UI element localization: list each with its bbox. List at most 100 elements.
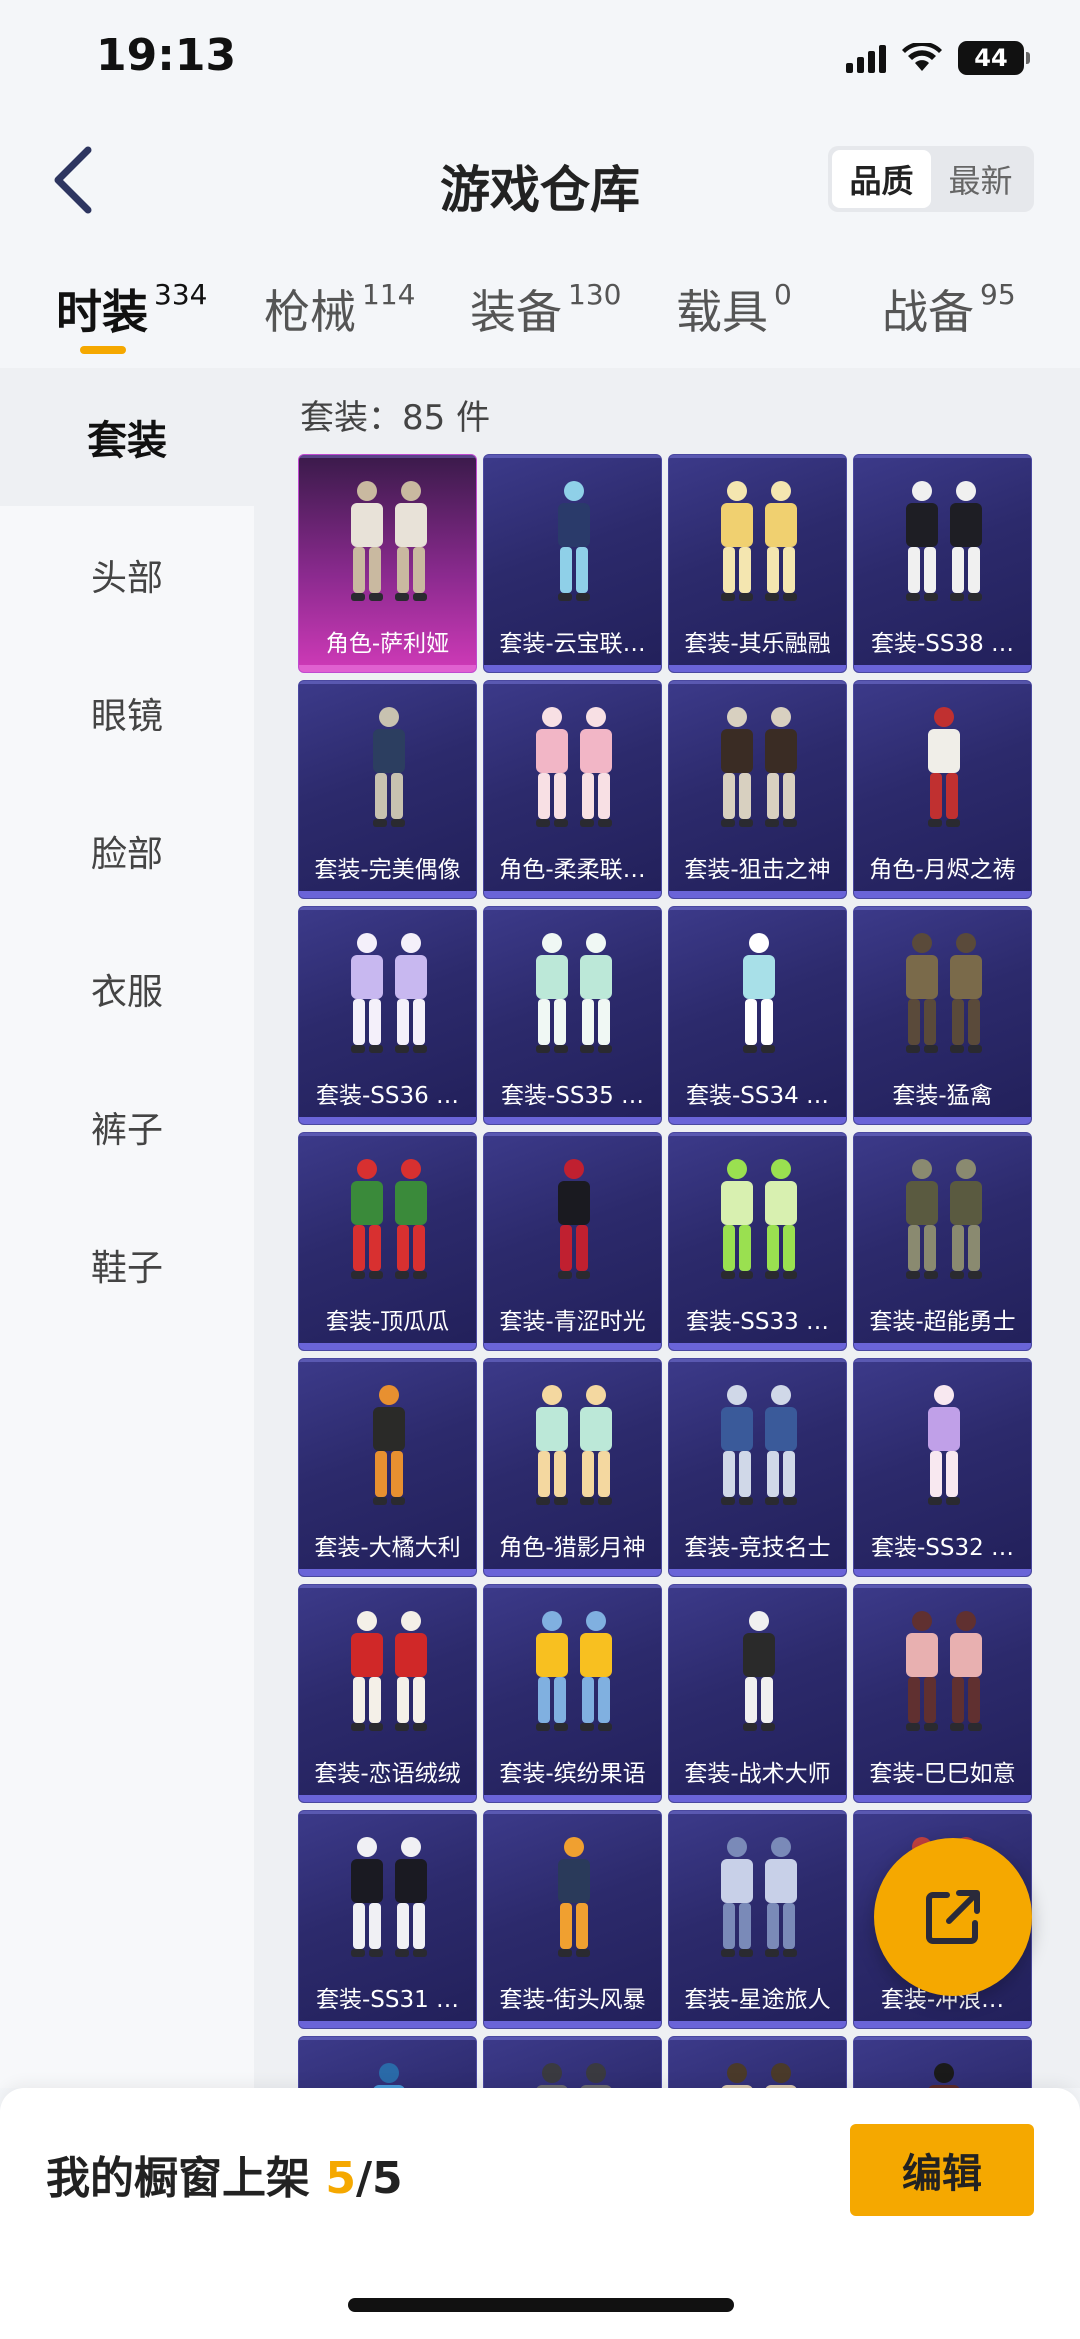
item-card-label: 套装-街头风暴 xyxy=(499,1987,646,2013)
rarity-bar xyxy=(669,1343,846,1350)
rarity-bar xyxy=(854,665,1031,672)
item-card-label: 角色-柔柔联… xyxy=(499,857,646,883)
item-card[interactable]: 套装-星途旅人 xyxy=(668,1810,847,2029)
item-card[interactable]: 套装-恋语绒绒 xyxy=(298,1584,477,1803)
rarity-bar xyxy=(669,2021,846,2028)
item-card[interactable]: 角色-柔柔联… xyxy=(483,680,662,899)
category-tabs: 时装 334 枪械 114 装备 130 载具 0 战备 95 xyxy=(0,260,1080,368)
outfit-thumbnail xyxy=(558,1837,590,1957)
rarity-bar xyxy=(484,891,661,898)
item-card-label: 套装-缤纷果语 xyxy=(499,1761,646,1787)
item-card[interactable]: 套装-街头风暴 xyxy=(483,1810,662,2029)
showcase-status: 我的橱窗上架 5/5 xyxy=(46,2142,403,2206)
item-card[interactable]: 套装-大橘大利 xyxy=(298,1358,477,1577)
outfit-thumbnail xyxy=(721,1837,797,1957)
sidebar-item-shoes[interactable]: 鞋子 xyxy=(0,1196,254,1334)
item-card[interactable]: 套装-SS34 … xyxy=(668,906,847,1125)
sidebar-item-clothes[interactable]: 衣服 xyxy=(0,920,254,1058)
tab-count: 130 xyxy=(568,278,622,311)
item-card-label: 套装-竞技名士 xyxy=(684,1535,831,1561)
outfit-thumbnail xyxy=(351,481,427,601)
rarity-bar xyxy=(484,1117,661,1124)
share-button[interactable] xyxy=(874,1838,1032,1996)
item-card[interactable]: 角色-猎影月神 xyxy=(483,1358,662,1577)
item-card[interactable]: 套装-完美偶像 xyxy=(298,680,477,899)
sidebar-item-face[interactable]: 脸部 xyxy=(0,782,254,920)
item-card[interactable]: 角色-月烬之祷 xyxy=(853,680,1032,899)
rarity-bar xyxy=(299,1343,476,1350)
item-card[interactable]: 套装-超能勇士 xyxy=(853,1132,1032,1351)
item-card[interactable]: 套装-青涩时光 xyxy=(483,1132,662,1351)
tab-label: 装备 xyxy=(470,285,562,339)
tab-vehicles[interactable]: 载具 0 xyxy=(676,276,792,342)
item-card[interactable]: 套装-SS38 … xyxy=(853,454,1032,673)
rarity-bar xyxy=(854,2021,1031,2028)
sort-quality-option[interactable]: 品质 xyxy=(832,150,931,208)
item-card[interactable]: 套装-其乐融融 xyxy=(668,454,847,673)
item-card-label: 套装-巳巳如意 xyxy=(869,1761,1016,1787)
sidebar-item-glasses[interactable]: 眼镜 xyxy=(0,644,254,782)
outfit-thumbnail xyxy=(743,1611,775,1731)
item-card[interactable]: 角色-萨利娅 xyxy=(298,454,477,673)
item-card-label: 套装-SS31 … xyxy=(315,1987,460,2013)
outfit-thumbnail xyxy=(721,481,797,601)
rarity-bar xyxy=(484,1343,661,1350)
item-card[interactable]: 套装-战术大师 xyxy=(668,1584,847,1803)
item-card-label: 套装-云宝联… xyxy=(499,631,646,657)
outfit-thumbnail xyxy=(743,933,775,1053)
item-card-label: 套装-SS36 … xyxy=(315,1083,460,1109)
item-card-label: 套装-SS33 … xyxy=(685,1309,830,1335)
content-area: 套装 头部 眼镜 脸部 衣服 裤子 鞋子 套装：85 件 角色-萨利娅 套装-云宝… xyxy=(0,368,1080,2255)
item-card[interactable]: 套装-顶瓜瓜 xyxy=(298,1132,477,1351)
tab-firearms[interactable]: 枪械 114 xyxy=(264,276,415,342)
rarity-bar xyxy=(484,2021,661,2028)
rarity-bar xyxy=(669,1117,846,1124)
tab-label: 时装 xyxy=(56,285,148,339)
sort-newest-option[interactable]: 最新 xyxy=(931,150,1030,208)
item-card[interactable]: 套装-SS32 … xyxy=(853,1358,1032,1577)
tab-fashion[interactable]: 时装 334 xyxy=(56,276,207,342)
outfit-thumbnail xyxy=(351,1159,427,1279)
outfit-thumbnail xyxy=(558,481,590,601)
sidebar-item-suit[interactable]: 套装 xyxy=(0,368,254,506)
item-card[interactable]: 套装-SS31 … xyxy=(298,1810,477,2029)
showcase-current: 5 xyxy=(325,2153,356,2204)
item-card[interactable]: 套装-SS36 … xyxy=(298,906,477,1125)
item-card-label: 角色-猎影月神 xyxy=(499,1535,646,1561)
outfit-thumbnail xyxy=(373,707,405,827)
active-tab-indicator xyxy=(80,346,126,354)
item-card[interactable]: 套装-缤纷果语 xyxy=(483,1584,662,1803)
tab-count: 114 xyxy=(362,278,416,311)
outfit-thumbnail xyxy=(351,933,427,1053)
sidebar-item-pants[interactable]: 裤子 xyxy=(0,1058,254,1196)
status-bar: 19:13 44 xyxy=(0,0,1080,120)
sidebar-item-head[interactable]: 头部 xyxy=(0,506,254,644)
outfit-thumbnail xyxy=(558,1159,590,1279)
rarity-bar xyxy=(669,665,846,672)
status-icons: 44 xyxy=(846,38,1030,78)
wifi-icon xyxy=(902,43,942,71)
tab-gear[interactable]: 战备 95 xyxy=(882,276,1016,342)
item-card[interactable]: 套装-SS35 … xyxy=(483,906,662,1125)
item-card[interactable]: 套装-巳巳如意 xyxy=(853,1584,1032,1803)
outfit-thumbnail xyxy=(906,1159,982,1279)
outfit-thumbnail xyxy=(721,707,797,827)
showcase-label: 我的橱窗上架 xyxy=(46,2153,326,2204)
outfit-thumbnail xyxy=(373,1385,405,1505)
item-card[interactable]: 套装-云宝联… xyxy=(483,454,662,673)
status-time: 19:13 xyxy=(96,30,237,81)
tab-equipment[interactable]: 装备 130 xyxy=(470,276,621,342)
battery-level: 44 xyxy=(974,44,1008,72)
tab-count: 95 xyxy=(980,278,1016,311)
item-card-label: 套装-其乐融融 xyxy=(684,631,831,657)
outfit-thumbnail xyxy=(536,1385,612,1505)
tab-label: 枪械 xyxy=(264,285,356,339)
edit-button[interactable]: 编辑 xyxy=(850,2124,1034,2216)
item-card[interactable]: 套装-猛禽 xyxy=(853,906,1032,1125)
item-card[interactable]: 套装-竞技名士 xyxy=(668,1358,847,1577)
rarity-bar xyxy=(854,1343,1031,1350)
item-card[interactable]: 套装-SS33 … xyxy=(668,1132,847,1351)
item-card[interactable]: 套装-狙击之神 xyxy=(668,680,847,899)
tab-label: 载具 xyxy=(676,285,768,339)
sort-toggle[interactable]: 品质 最新 xyxy=(828,146,1034,212)
